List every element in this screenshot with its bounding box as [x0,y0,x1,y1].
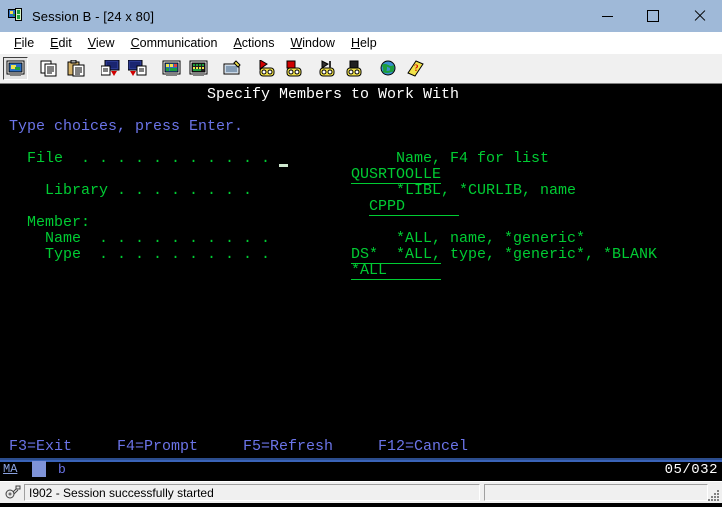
oia-cursor-position: 05/032 [664,462,718,478]
member-type-input[interactable]: *ALL [351,263,442,280]
operator-information-area: MA b 05/032 [0,458,722,481]
status-secondary-panel [484,484,708,501]
menu-item-window[interactable]: Window [282,34,342,52]
toolbar: ? [0,54,722,84]
stop-macro-icon[interactable] [342,57,367,80]
close-icon [693,10,705,22]
svg-text:?: ? [414,63,419,73]
member-name-label: Name . . . . . . . . . . [45,230,271,247]
minimize-button[interactable] [584,0,630,32]
library-field-hint: *LIBL, *CURLIB, name [396,182,577,199]
screen-title: Specify Members to Work With [207,86,460,103]
stop-record-icon[interactable] [281,57,306,80]
menu-bar: File Edit View Communication Actions Win… [0,32,722,54]
function-key-f4[interactable]: F4=Prompt [117,439,198,455]
play-macro-icon[interactable] [315,57,340,80]
oia-input-indicator: b [58,462,66,477]
keypad-icon[interactable] [159,57,184,80]
function-key-f5[interactable]: F5=Refresh [243,439,333,455]
status-message-panel: I902 - Session successfully started [24,484,480,501]
menu-item-edit[interactable]: Edit [42,34,80,52]
window-title: Session B - [24 x 80] [32,8,155,24]
receive-file-icon[interactable] [125,57,150,80]
status-bar: I902 - Session successfully started [0,481,722,503]
menu-item-help[interactable]: Help [343,34,385,52]
oia-system-indicator: MA [3,462,18,476]
instruction-text: Type choices, press Enter. [9,118,244,135]
session-window: Session B - [24 x 80] File Edit View Com… [0,0,722,503]
maximize-icon [647,10,659,22]
oia-status-block [32,461,46,477]
minimize-icon [601,15,613,17]
display-matrix-icon[interactable] [186,57,211,80]
function-key-f12[interactable]: F12=Cancel [378,439,468,455]
display-session-icon[interactable] [3,57,28,80]
member-group-label: Member: [27,214,91,231]
resize-grip[interactable] [707,488,721,502]
menu-item-view[interactable]: View [80,34,123,52]
function-key-f3[interactable]: F3=Exit [9,439,72,455]
help-icon[interactable]: ? [403,57,428,80]
status-message: I902 - Session successfully started [29,485,214,500]
text-cursor [279,164,288,167]
send-file-icon[interactable] [98,57,123,80]
menu-item-communication[interactable]: Communication [123,34,226,52]
oia-divider [0,460,722,462]
maximize-button[interactable] [630,0,676,32]
record-macro-icon[interactable] [254,57,279,80]
terminal-grid: Specify Members to Work With Type choice… [0,85,722,469]
terminal-screen[interactable]: Specify Members to Work With Type choice… [0,84,722,481]
connection-icon [2,483,24,502]
paste-icon[interactable] [64,57,89,80]
title-bar: Session B - [24 x 80] [0,0,722,32]
copy-icon[interactable] [37,57,62,80]
member-name-hint: *ALL, name, *generic* [396,230,586,247]
window-controls [584,0,722,32]
close-button[interactable] [676,0,722,32]
library-input[interactable]: CPPD [369,199,460,216]
session-window-icon [8,8,24,24]
menu-item-actions[interactable]: Actions [225,34,282,52]
member-type-label: Type . . . . . . . . . . [45,246,271,263]
file-field-label: File . . . . . . . . . . . [27,150,271,167]
menu-item-file[interactable]: File [6,34,42,52]
member-type-hint: *ALL, type, *generic*, *BLANK [396,246,658,263]
library-field-label: Library . . . . . . . . [45,182,253,199]
file-field-hint: Name, F4 for list [396,150,550,167]
keyboard-remap-icon[interactable] [220,57,245,80]
internet-icon[interactable] [376,57,401,80]
